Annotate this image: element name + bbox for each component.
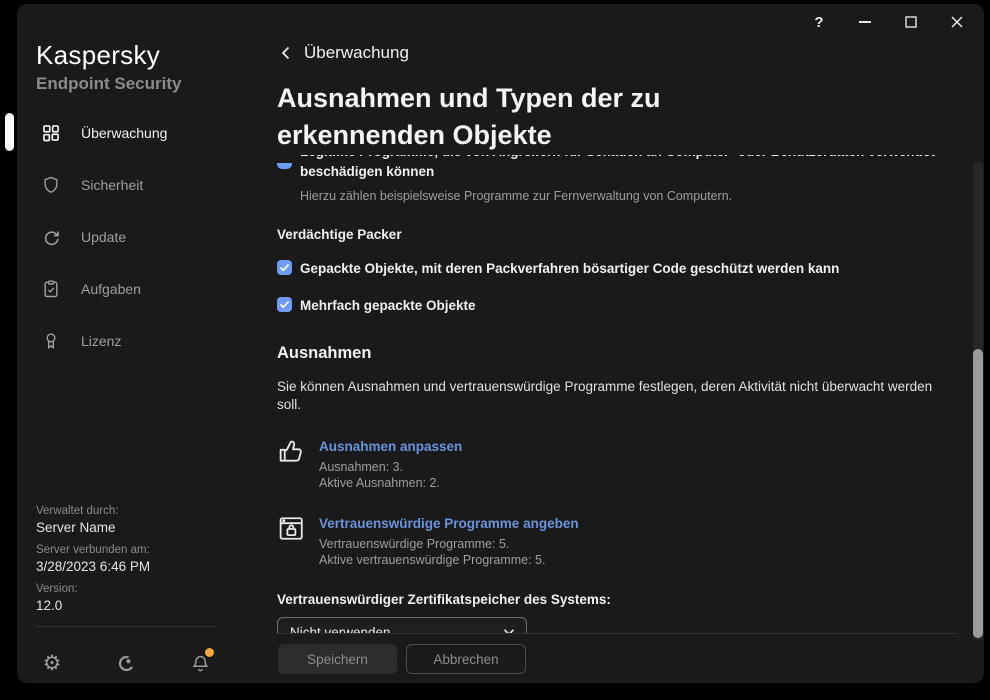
link-details: Vertrauenswürdige Programme: 5. Aktive v… [319, 537, 579, 568]
clipped-checkbox-row: Legitime Programme, die von Angreifern f… [277, 155, 957, 181]
sidebar-nav: Überwachung Sicherheit Update [17, 113, 277, 361]
page-title: Ausnahmen und Typen der zu erkennenden O… [277, 80, 737, 154]
section-title-packers: Verdächtige Packer [277, 227, 957, 242]
server-connected-label: Server verbunden am: [36, 544, 150, 556]
cert-store-selected-value: Nicht verwenden [290, 625, 391, 634]
active-trusted-apps-count: Aktive vertrauenswürdige Programme: 5. [319, 553, 579, 569]
app-logo: Kaspersky Endpoint Security [36, 40, 181, 94]
license-award-icon [40, 330, 62, 352]
settings-scroll-area: Legitime Programme, die von Angreifern f… [277, 155, 957, 633]
gear-icon: ⚙ [43, 653, 62, 674]
close-icon [951, 16, 963, 28]
help-button[interactable]: ? [808, 11, 830, 33]
check-icon [279, 299, 290, 310]
checkbox-checked[interactable] [277, 297, 292, 312]
trusted-apps-count: Vertrauenswürdige Programme: 5. [319, 537, 579, 553]
sidebar-item-ueberwachung[interactable]: Überwachung [17, 113, 277, 153]
maximize-icon [905, 16, 917, 28]
minimize-icon [859, 21, 871, 23]
maximize-button[interactable] [900, 11, 922, 33]
checkbox[interactable] [277, 163, 292, 169]
brand-name: Kaspersky [36, 40, 181, 71]
trusted-apps-link[interactable]: Vertrauenswürdige Programme angeben [319, 516, 579, 531]
managed-by-label: Verwaltet durch: [36, 505, 150, 517]
footer-buttons: Speichern Abbrechen [278, 644, 526, 674]
checkbox-row: Gepackte Objekte, mit deren Packverfahre… [277, 259, 957, 278]
version-label: Version: [36, 583, 150, 595]
minimize-button[interactable] [854, 11, 876, 33]
notification-dot [205, 648, 214, 657]
checkbox-row: Mehrfach gepackte Objekte [277, 296, 957, 315]
window-controls: ? [808, 11, 968, 33]
checkbox-label: Gepackte Objekte, mit deren Packverfahre… [300, 259, 839, 278]
footer-divider [277, 633, 957, 634]
server-info: Verwaltet durch: Server Name Server verb… [36, 505, 150, 613]
trusted-apps-link-row: Vertrauenswürdige Programme angeben Vert… [277, 514, 957, 568]
sidebar-item-aufgaben[interactable]: Aufgaben [17, 269, 277, 309]
sidebar-item-sicherheit[interactable]: Sicherheit [17, 165, 277, 205]
checkbox-label: Mehrfach gepackte Objekte [300, 296, 476, 315]
cancel-button[interactable]: Abbrechen [406, 644, 526, 674]
sidebar-item-update[interactable]: Update [17, 217, 277, 257]
cert-store-dropdown[interactable]: Nicht verwenden [277, 617, 527, 633]
sidebar-item-label: Update [81, 229, 126, 245]
selected-nav-indicator [5, 113, 14, 151]
sidebar-item-label: Überwachung [81, 125, 167, 141]
support-icon [116, 653, 137, 674]
scrollbar-track[interactable] [973, 163, 983, 640]
server-connected-value: 3/28/2023 6:46 PM [36, 559, 150, 574]
checkbox-label: beschädigen können [300, 162, 957, 181]
sidebar-item-label: Aufgaben [81, 281, 141, 297]
support-button[interactable] [112, 649, 140, 677]
app-window: ? Kaspersky Endpoint Security [17, 4, 984, 683]
app-lock-icon [277, 514, 306, 543]
exclusions-count: Ausnahmen: 3. [319, 460, 462, 476]
checkbox-checked[interactable] [277, 260, 292, 275]
notifications-button[interactable] [186, 649, 214, 677]
sidebar-footer-icons: ⚙ [38, 649, 214, 677]
sidebar-item-lizenz[interactable]: Lizenz [17, 321, 277, 361]
adjust-exclusions-link[interactable]: Ausnahmen anpassen [319, 439, 462, 454]
back-label[interactable]: Überwachung [304, 43, 409, 63]
cert-store-label: Vertrauenswürdiger Zertifikatspeicher de… [277, 592, 957, 607]
settings-button[interactable]: ⚙ [38, 649, 66, 677]
sync-icon [40, 226, 62, 248]
brand-product: Endpoint Security [36, 74, 181, 94]
sidebar-divider [36, 626, 216, 627]
version-value: 12.0 [36, 598, 150, 613]
link-details: Ausnahmen: 3. Aktive Ausnahmen: 2. [319, 460, 462, 491]
scrollbar-thumb[interactable] [973, 349, 983, 638]
clipboard-check-icon [40, 278, 62, 300]
close-button[interactable] [946, 11, 968, 33]
shield-icon [40, 174, 62, 196]
chevron-left-icon [281, 46, 290, 60]
clipped-label-line: Legitime Programme, die von Angreifern f… [300, 155, 957, 162]
back-button[interactable] [277, 44, 293, 62]
sidebar-item-label: Lizenz [81, 333, 121, 349]
breadcrumb: Überwachung [277, 43, 409, 63]
thumbs-up-icon [277, 437, 306, 466]
check-icon [279, 262, 290, 273]
save-button[interactable]: Speichern [278, 644, 397, 674]
checkbox-description: Hierzu zählen beispielsweise Programme z… [300, 188, 957, 204]
managed-by-value: Server Name [36, 520, 150, 535]
active-exclusions-count: Aktive Ausnahmen: 2. [319, 476, 462, 492]
dashboard-icon [40, 122, 62, 144]
exclusions-description: Sie können Ausnahmen und vertrauenswürdi… [277, 378, 957, 414]
exclusions-link-row: Ausnahmen anpassen Ausnahmen: 3. Aktive … [277, 437, 957, 491]
section-title-exclusions: Ausnahmen [277, 344, 957, 363]
sidebar-item-label: Sicherheit [81, 177, 143, 193]
